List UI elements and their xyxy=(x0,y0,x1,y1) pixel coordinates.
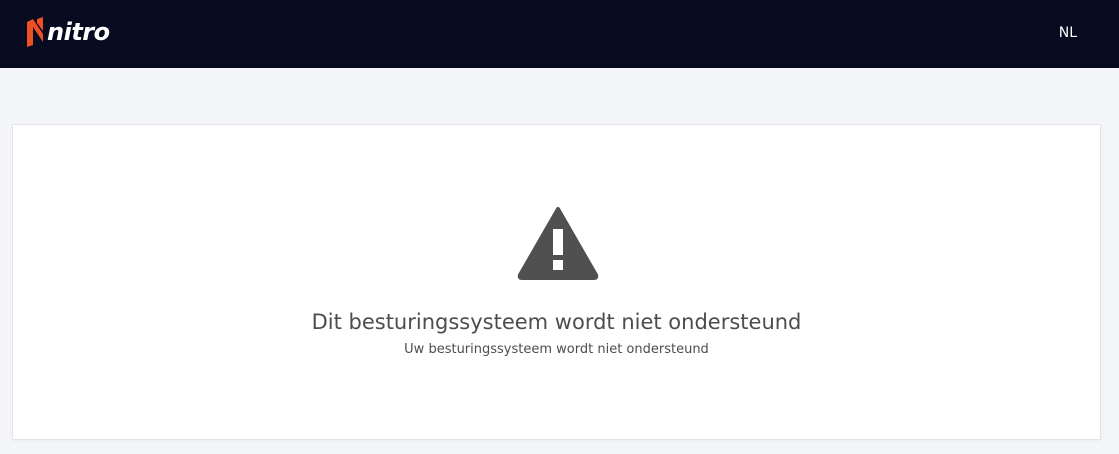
nitro-logo[interactable]: nitro xyxy=(24,16,110,48)
error-subtitle: Uw besturingssysteem wordt niet onderste… xyxy=(404,342,709,357)
error-title: Dit besturingssysteem wordt niet onderst… xyxy=(311,310,802,334)
error-card: Dit besturingssysteem wordt niet onderst… xyxy=(12,124,1101,440)
warning-triangle-icon xyxy=(517,207,599,280)
logo-text: nitro xyxy=(47,18,110,46)
top-navigation-bar: nitro NL xyxy=(0,0,1119,68)
language-selector[interactable]: NL xyxy=(1059,23,1077,43)
nitro-logo-mark-icon xyxy=(27,17,43,47)
